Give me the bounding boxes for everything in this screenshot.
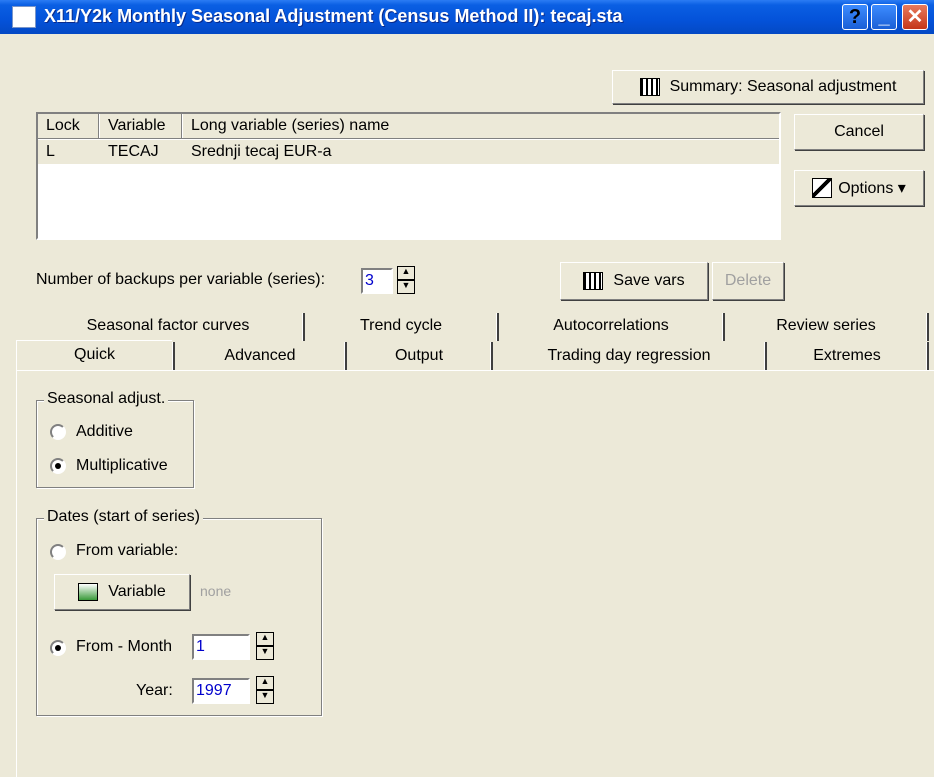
table-icon	[639, 78, 660, 96]
from-variable-radio[interactable]	[50, 544, 66, 560]
month-input[interactable]: 1	[192, 634, 250, 660]
delete-button[interactable]: Delete	[712, 262, 784, 300]
row-variable: TECAJ	[108, 143, 159, 160]
variable-button-label: Variable	[108, 583, 166, 600]
month-spinner[interactable]: ▲ ▼	[256, 632, 274, 660]
summary-button[interactable]: Summary: Seasonal adjustment	[612, 70, 924, 104]
seasonal-adjust-title: Seasonal adjust.	[44, 390, 169, 408]
tab-trend-cycle[interactable]: Trend cycle	[306, 312, 496, 342]
list-header: Lock Variable Long variable (series) nam…	[38, 114, 779, 139]
multiplicative-label[interactable]: Multiplicative	[76, 457, 168, 475]
title-bar: X11/Y2k Monthly Seasonal Adjustment (Cen…	[0, 0, 934, 34]
year-label: Year:	[136, 682, 173, 699]
year-spinner[interactable]: ▲ ▼	[256, 676, 274, 704]
row-lock: L	[46, 143, 55, 160]
cancel-button[interactable]: Cancel	[794, 114, 924, 150]
dialog-window: X11/Y2k Monthly Seasonal Adjustment (Cen…	[0, 0, 934, 777]
header-variable[interactable]: Variable	[108, 117, 166, 135]
list-row[interactable]: L TECAJ Srednji tecaj EUR-a	[38, 140, 779, 164]
summary-button-label: Summary: Seasonal adjustment	[669, 78, 897, 95]
help-button[interactable]: ?	[842, 4, 868, 30]
save-vars-button[interactable]: Save vars	[560, 262, 708, 300]
options-button-label: Options ▾	[838, 180, 906, 197]
backups-label: Number of backups per variable (series):	[36, 271, 326, 288]
from-month-radio[interactable]	[50, 640, 66, 656]
header-long-name[interactable]: Long variable (series) name	[191, 117, 389, 135]
tab-autocorrelations[interactable]: Autocorrelations	[500, 312, 722, 342]
window-title: X11/Y2k Monthly Seasonal Adjustment (Cen…	[44, 6, 623, 26]
save-vars-label: Save vars	[613, 272, 685, 289]
options-wand-icon	[812, 178, 833, 198]
app-chart-icon	[12, 6, 36, 28]
tab-quick[interactable]: Quick	[16, 340, 172, 372]
variable-button[interactable]: Variable	[54, 574, 190, 610]
dates-title: Dates (start of series)	[44, 508, 203, 526]
multiplicative-radio[interactable]	[50, 458, 66, 474]
close-button[interactable]: ✕	[902, 4, 928, 30]
variable-select-icon	[78, 583, 99, 601]
additive-label[interactable]: Additive	[76, 423, 133, 441]
backups-input[interactable]: 3	[361, 268, 393, 294]
additive-radio[interactable]	[50, 424, 66, 440]
tab-seasonal-factor-curves[interactable]: Seasonal factor curves	[34, 312, 302, 342]
tab-trading-day-regression[interactable]: Trading day regression	[494, 342, 764, 372]
year-input[interactable]: 1997	[192, 678, 250, 704]
tab-advanced[interactable]: Advanced	[176, 342, 344, 372]
tab-extremes[interactable]: Extremes	[768, 342, 926, 372]
from-month-label[interactable]: From - Month	[76, 638, 172, 656]
from-variable-label[interactable]: From variable:	[76, 542, 178, 560]
minimize-button[interactable]: _	[871, 4, 897, 30]
variable-value: none	[200, 583, 232, 599]
header-lock[interactable]: Lock	[46, 117, 80, 135]
tab-output[interactable]: Output	[348, 342, 490, 372]
tab-review-series[interactable]: Review series	[726, 312, 926, 342]
save-grid-icon	[583, 272, 604, 290]
options-button[interactable]: Options ▾	[794, 170, 924, 206]
row-long-name: Srednji tecaj EUR-a	[191, 143, 332, 160]
backups-spinner[interactable]: ▲ ▼	[397, 266, 415, 294]
variables-list[interactable]: Lock Variable Long variable (series) nam…	[36, 112, 781, 240]
